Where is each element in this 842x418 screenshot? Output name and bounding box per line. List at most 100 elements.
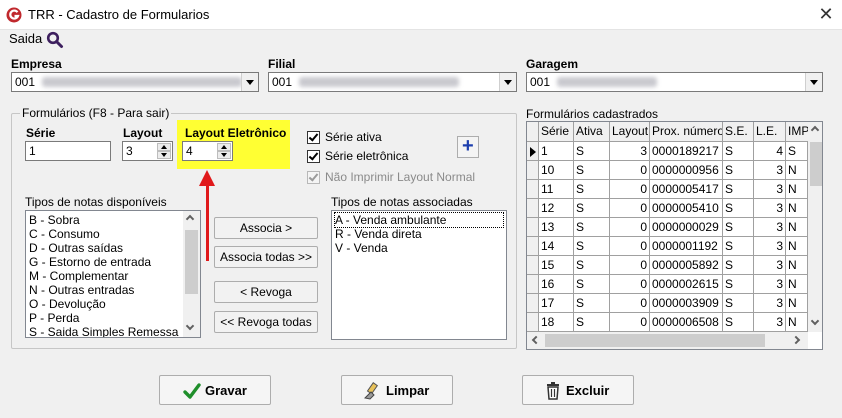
- associa-todas-button[interactable]: Associa todas >>: [214, 246, 318, 268]
- grid-cell[interactable]: 3: [754, 218, 786, 237]
- close-icon[interactable]: ✕: [815, 3, 837, 25]
- gravar-button[interactable]: Gravar: [159, 375, 271, 405]
- grid-cell[interactable]: 3: [754, 161, 786, 180]
- cadastrados-grid[interactable]: Série Ativa Layout Prox. número S.E. L.E…: [526, 121, 823, 350]
- column-header[interactable]: Ativa: [574, 122, 610, 142]
- grid-cell[interactable]: 0: [610, 294, 650, 313]
- grid-cell[interactable]: 0: [610, 161, 650, 180]
- grid-cell[interactable]: S: [723, 161, 754, 180]
- serie-ativa-checkbox[interactable]: [307, 131, 320, 144]
- grid-cell[interactable]: 15: [539, 256, 574, 275]
- list-item[interactable]: M - Complementar: [29, 269, 128, 283]
- grid-cell[interactable]: 13: [539, 218, 574, 237]
- grid-cell[interactable]: 0000189217: [650, 142, 723, 161]
- serie-eletronica-checkbox[interactable]: [307, 150, 320, 163]
- grid-cell[interactable]: S: [574, 161, 610, 180]
- list-item[interactable]: B - Sobra: [29, 213, 80, 227]
- vertical-scrollbar[interactable]: [183, 211, 200, 337]
- column-header[interactable]: Layout: [610, 122, 650, 142]
- spin-up-button[interactable]: [157, 143, 171, 151]
- grid-cell[interactable]: S: [574, 275, 610, 294]
- column-header[interactable]: S.E.: [723, 122, 754, 142]
- chevron-left-icon[interactable]: [531, 335, 541, 345]
- grid-cell[interactable]: N: [786, 256, 808, 275]
- row-indicator[interactable]: [527, 180, 539, 199]
- saida-menu-item[interactable]: Saida: [9, 31, 42, 46]
- add-button[interactable]: +: [457, 135, 479, 158]
- row-indicator[interactable]: [527, 161, 539, 180]
- dropdown-arrow[interactable]: [499, 73, 516, 91]
- grid-cell[interactable]: 14: [539, 237, 574, 256]
- grid-cell[interactable]: 0000005410: [650, 199, 723, 218]
- row-indicator[interactable]: [527, 275, 539, 294]
- grid-cell[interactable]: S: [723, 275, 754, 294]
- grid-cell[interactable]: N: [786, 199, 808, 218]
- grid-cell[interactable]: S: [723, 313, 754, 332]
- grid-cell[interactable]: S: [723, 294, 754, 313]
- list-item[interactable]: O - Devolução: [29, 297, 106, 311]
- column-header[interactable]: IMP: [786, 122, 810, 142]
- grid-cell[interactable]: 0000002615: [650, 275, 723, 294]
- dropdown-arrow[interactable]: [805, 73, 822, 91]
- grid-cell[interactable]: N: [786, 180, 808, 199]
- spin-down-button[interactable]: [157, 151, 171, 159]
- spin-down-button[interactable]: [217, 151, 231, 159]
- grid-cell[interactable]: 0000005417: [650, 180, 723, 199]
- spin-buttons[interactable]: [157, 143, 171, 159]
- grid-cell[interactable]: 0000003909: [650, 294, 723, 313]
- grid-cell[interactable]: S: [723, 142, 754, 161]
- grid-cell[interactable]: 3: [754, 256, 786, 275]
- spin-buttons[interactable]: [217, 143, 231, 159]
- grid-cell[interactable]: S: [574, 199, 610, 218]
- grid-cell[interactable]: 3: [754, 294, 786, 313]
- dropdown-arrow[interactable]: [241, 73, 258, 91]
- grid-cell[interactable]: 0: [610, 218, 650, 237]
- grid-cell[interactable]: 17: [539, 294, 574, 313]
- grid-cell[interactable]: 11: [539, 180, 574, 199]
- grid-cell[interactable]: S: [574, 294, 610, 313]
- row-indicator[interactable]: [527, 313, 539, 332]
- list-item[interactable]: V - Venda: [335, 241, 388, 255]
- chevron-up-icon[interactable]: [185, 214, 195, 224]
- scroll-thumb[interactable]: [810, 142, 822, 186]
- revoga-todas-button[interactable]: << Revoga todas: [214, 311, 318, 333]
- list-item[interactable]: P - Perda: [29, 311, 79, 325]
- list-item[interactable]: N - Outras entradas: [29, 283, 134, 297]
- grid-cell[interactable]: S: [574, 142, 610, 161]
- grid-cell[interactable]: 18: [539, 313, 574, 332]
- list-item[interactable]: D - Outras saídas: [29, 241, 123, 255]
- grid-cell[interactable]: 1: [539, 142, 574, 161]
- scroll-thumb[interactable]: [185, 230, 198, 294]
- grid-cell[interactable]: N: [786, 218, 808, 237]
- row-indicator[interactable]: [527, 237, 539, 256]
- grid-cell[interactable]: 3: [754, 199, 786, 218]
- grid-cell[interactable]: 3: [610, 142, 650, 161]
- grid-cell[interactable]: 4: [754, 142, 786, 161]
- list-item[interactable]: R - Venda direta: [335, 227, 422, 241]
- row-indicator[interactable]: [527, 142, 539, 161]
- grid-cell[interactable]: S: [574, 180, 610, 199]
- list-item[interactable]: G - Estorno de entrada: [29, 255, 151, 269]
- row-indicator[interactable]: [527, 256, 539, 275]
- grid-cell[interactable]: N: [786, 161, 808, 180]
- grid-cell[interactable]: S: [574, 313, 610, 332]
- limpar-button[interactable]: Limpar: [341, 375, 453, 405]
- grid-cell[interactable]: 12: [539, 199, 574, 218]
- grid-cell[interactable]: 0: [610, 275, 650, 294]
- grid-cell[interactable]: 10: [539, 161, 574, 180]
- grid-cell[interactable]: 0: [610, 180, 650, 199]
- grid-cell[interactable]: 0000001192: [650, 237, 723, 256]
- column-header[interactable]: Série: [539, 122, 574, 142]
- chevron-down-icon[interactable]: [185, 321, 195, 331]
- associa-button[interactable]: Associa >: [214, 217, 318, 239]
- disponiveis-listbox[interactable]: B - Sobra C - Consumo D - Outras saídas …: [25, 210, 201, 338]
- grid-cell[interactable]: 3: [754, 237, 786, 256]
- chevron-down-icon[interactable]: [810, 316, 820, 326]
- excluir-button[interactable]: Excluir: [522, 375, 634, 405]
- grid-cell[interactable]: 0: [610, 313, 650, 332]
- associadas-listbox[interactable]: A - Venda ambulante R - Venda direta V -…: [331, 210, 507, 340]
- column-header[interactable]: Prox. número: [650, 122, 723, 142]
- scroll-thumb[interactable]: [545, 334, 765, 347]
- chevron-right-icon[interactable]: [791, 335, 801, 345]
- grid-horizontal-scrollbar[interactable]: [527, 332, 808, 349]
